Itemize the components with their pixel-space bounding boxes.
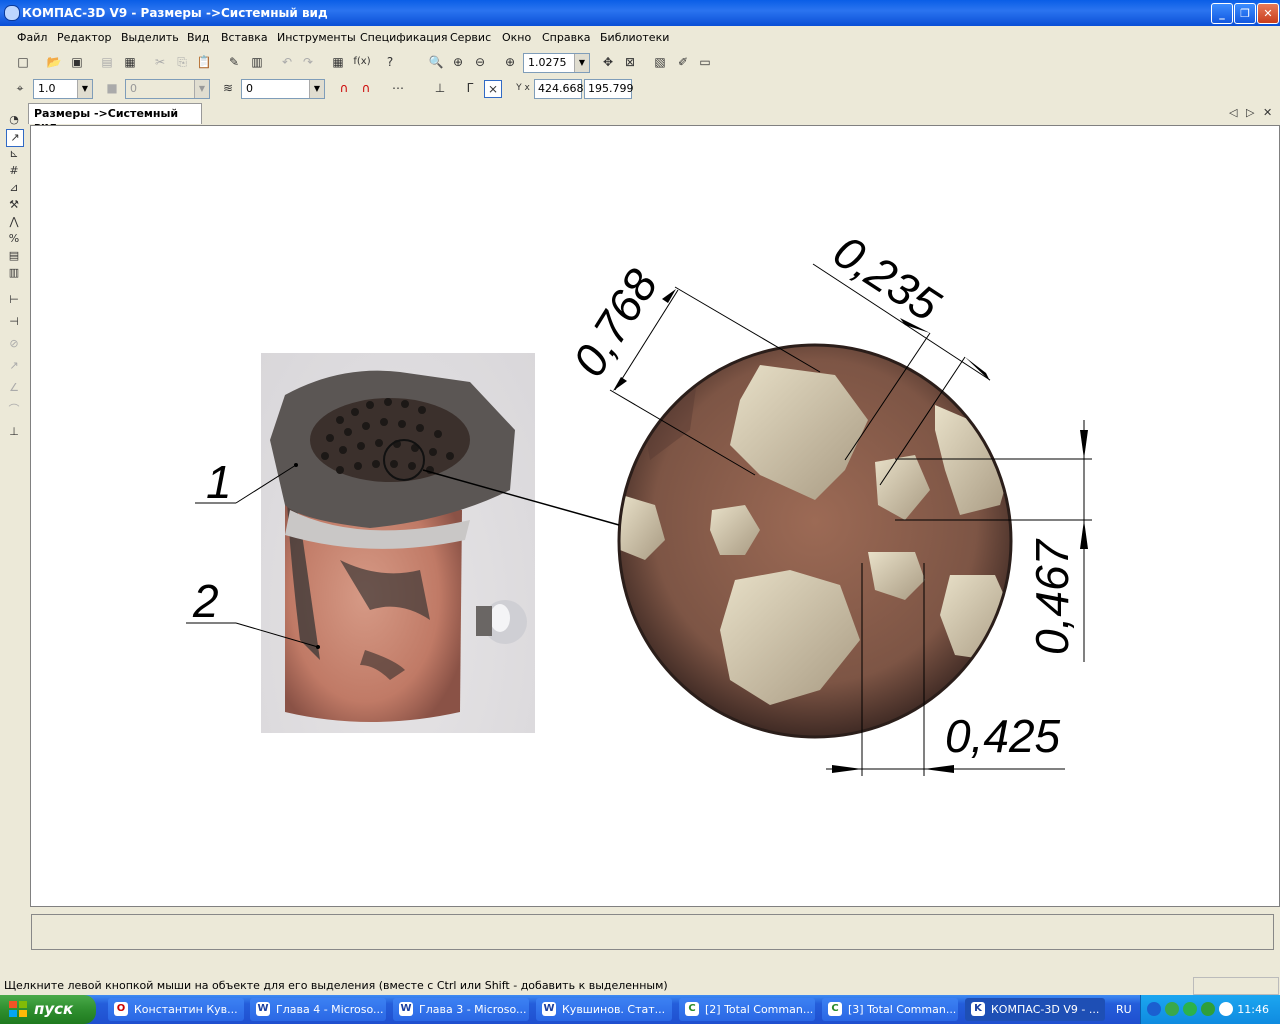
task-total-commander-3[interactable]: C [3] Total Comman... bbox=[822, 998, 958, 1021]
task-total-commander-2[interactable]: C [2] Total Comman... bbox=[679, 998, 815, 1021]
task-opera[interactable]: O Константин Кув... bbox=[108, 998, 244, 1021]
callout-1-dot bbox=[294, 463, 298, 467]
windows-flag-icon bbox=[9, 1001, 27, 1017]
copper-cylinder-sample bbox=[270, 370, 527, 722]
status-bar: Щелкните левой кнопкой мыши на объекте д… bbox=[0, 976, 1280, 996]
total-commander-icon: C bbox=[828, 1002, 842, 1016]
kompas-icon: K bbox=[971, 1002, 985, 1016]
callout-2-label: 2 bbox=[192, 575, 219, 627]
dimension-0235: 0,235 bbox=[825, 225, 950, 332]
word-icon: W bbox=[256, 1002, 270, 1016]
tray-star-icon[interactable] bbox=[1219, 1002, 1233, 1016]
tray-app-icon[interactable] bbox=[1201, 1002, 1215, 1016]
taskbar: пуск O Константин Кув... W Глава 4 - Mic… bbox=[0, 995, 1280, 1024]
opera-icon: O bbox=[114, 1002, 128, 1016]
task-word-article[interactable]: W Кувшинов. Стат... bbox=[536, 998, 672, 1021]
dimension-0768: 0,768 bbox=[562, 260, 667, 386]
task-word-ch3[interactable]: W Глава 3 - Microso... bbox=[393, 998, 529, 1021]
tray-antivirus-icon[interactable] bbox=[1183, 1002, 1197, 1016]
task-label: [2] Total Comman... bbox=[705, 1003, 814, 1016]
magnified-cross-section bbox=[617, 343, 1013, 739]
dimension-0467: 0,467 bbox=[1026, 538, 1078, 655]
callout-1-label: 1 bbox=[206, 456, 232, 508]
callout-2-dot bbox=[316, 645, 320, 649]
word-icon: W bbox=[542, 1002, 556, 1016]
dimension-0425: 0,425 bbox=[945, 710, 1061, 762]
status-hint: Щелкните левой кнопкой мыши на объекте д… bbox=[4, 979, 668, 992]
task-label: Кувшинов. Стат... bbox=[562, 1003, 666, 1016]
word-icon: W bbox=[399, 1002, 413, 1016]
task-label: КОМПАС-3D V9 - ... bbox=[991, 1003, 1100, 1016]
properties-panel bbox=[31, 914, 1274, 950]
task-label: Глава 3 - Microso... bbox=[419, 1003, 527, 1016]
clock: 11:46 bbox=[1237, 1003, 1269, 1016]
tray-arrow-icon[interactable] bbox=[1147, 1002, 1161, 1016]
task-word-ch4[interactable]: W Глава 4 - Microso... bbox=[250, 998, 386, 1021]
start-label: пуск bbox=[34, 1000, 74, 1018]
system-tray: 11:46 bbox=[1140, 995, 1280, 1024]
start-button[interactable]: пуск bbox=[0, 995, 96, 1024]
task-label: [3] Total Comman... bbox=[848, 1003, 957, 1016]
tray-network-icon[interactable] bbox=[1165, 1002, 1179, 1016]
language-indicator[interactable]: RU bbox=[1116, 1003, 1132, 1016]
drawing-graphics: 1 2 0,768 0,235 0,467 0,425 bbox=[186, 225, 1092, 776]
task-kompas[interactable]: K КОМПАС-3D V9 - ... bbox=[965, 998, 1105, 1021]
total-commander-icon: C bbox=[685, 1002, 699, 1016]
status-pane bbox=[1193, 977, 1279, 995]
task-label: Глава 4 - Microso... bbox=[276, 1003, 384, 1016]
task-label: Константин Кув... bbox=[134, 1003, 238, 1016]
